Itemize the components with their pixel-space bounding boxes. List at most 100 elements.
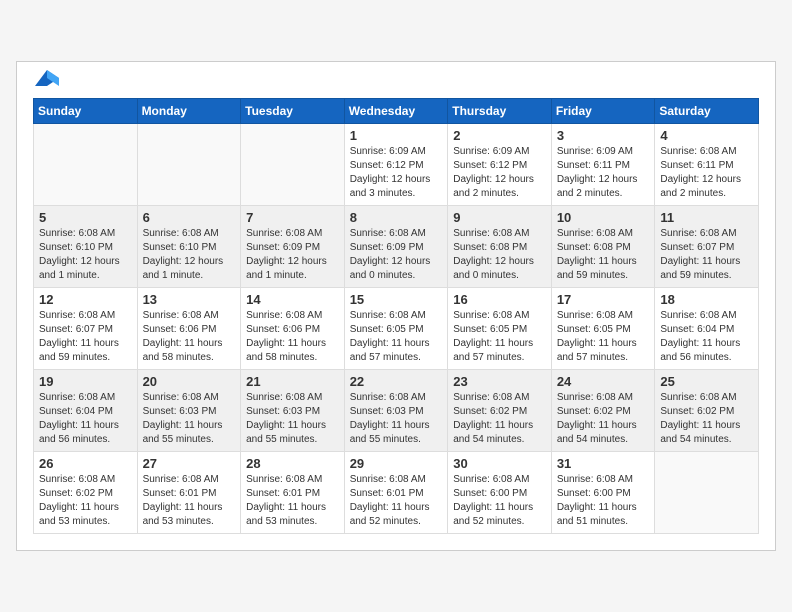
day-number: 26 xyxy=(39,456,132,471)
day-info: Sunrise: 6:08 AM Sunset: 6:11 PM Dayligh… xyxy=(660,145,753,201)
calendar-cell: 24 Sunrise: 6:08 AM Sunset: 6:02 PM Dayli… xyxy=(551,370,655,452)
day-header-thursday: Thursday xyxy=(448,99,552,124)
day-header-sunday: Sunday xyxy=(34,99,138,124)
day-number: 4 xyxy=(660,128,753,143)
calendar-cell: 4 Sunrise: 6:08 AM Sunset: 6:11 PM Daylig… xyxy=(655,124,759,206)
calendar-cell xyxy=(137,124,241,206)
day-info: Sunrise: 6:08 AM Sunset: 6:03 PM Dayligh… xyxy=(143,391,236,447)
day-info: Sunrise: 6:08 AM Sunset: 6:10 PM Dayligh… xyxy=(39,227,132,283)
calendar-cell xyxy=(655,452,759,534)
day-info: Sunrise: 6:08 AM Sunset: 6:01 PM Dayligh… xyxy=(350,473,443,529)
calendar-cell: 19 Sunrise: 6:08 AM Sunset: 6:04 PM Dayli… xyxy=(34,370,138,452)
day-number: 8 xyxy=(350,210,443,225)
calendar-cell: 20 Sunrise: 6:08 AM Sunset: 6:03 PM Dayli… xyxy=(137,370,241,452)
day-number: 31 xyxy=(557,456,650,471)
calendar-table: SundayMondayTuesdayWednesdayThursdayFrid… xyxy=(33,98,759,534)
day-number: 29 xyxy=(350,456,443,471)
calendar-cell xyxy=(34,124,138,206)
day-info: Sunrise: 6:08 AM Sunset: 6:08 PM Dayligh… xyxy=(453,227,546,283)
calendar-cell: 9 Sunrise: 6:08 AM Sunset: 6:08 PM Daylig… xyxy=(448,206,552,288)
day-number: 12 xyxy=(39,292,132,307)
day-number: 1 xyxy=(350,128,443,143)
day-info: Sunrise: 6:08 AM Sunset: 6:01 PM Dayligh… xyxy=(246,473,339,529)
day-number: 15 xyxy=(350,292,443,307)
calendar-cell xyxy=(241,124,345,206)
day-number: 2 xyxy=(453,128,546,143)
day-info: Sunrise: 6:08 AM Sunset: 6:04 PM Dayligh… xyxy=(39,391,132,447)
calendar-cell: 13Sunrise: 6:08 AM Sunset: 6:06 PM Dayli… xyxy=(137,288,241,370)
week-row-3: 12 Sunrise: 6:08 AM Sunset: 6:07 PM Dayli… xyxy=(34,288,759,370)
day-info: Sunrise: 6:08 AM Sunset: 6:04 PM Dayligh… xyxy=(660,309,753,365)
day-number: 28 xyxy=(246,456,339,471)
calendar-cell: 7 Sunrise: 6:08 AM Sunset: 6:09 PM Daylig… xyxy=(241,206,345,288)
day-number: 14 xyxy=(246,292,339,307)
calendar-cell: 17 Sunrise: 6:08 AM Sunset: 6:05 PM Dayli… xyxy=(551,288,655,370)
day-info: Sunrise: 6:08 AM Sunset: 6:07 PM Dayligh… xyxy=(39,309,132,365)
day-header-wednesday: Wednesday xyxy=(344,99,448,124)
day-info: Sunrise: 6:08 AM Sunset: 6:09 PM Dayligh… xyxy=(246,227,339,283)
day-info: Sunrise: 6:08 AM Sunset: 6:05 PM Dayligh… xyxy=(350,309,443,365)
calendar-cell: 21Sunrise: 6:08 AM Sunset: 6:03 PM Dayli… xyxy=(241,370,345,452)
day-number: 13 xyxy=(143,292,236,307)
week-row-5: 26Sunrise: 6:08 AM Sunset: 6:02 PM Dayli… xyxy=(34,452,759,534)
calendar-cell: 23 Sunrise: 6:08 AM Sunset: 6:02 PM Dayli… xyxy=(448,370,552,452)
calendar-cell: 8 Sunrise: 6:08 AM Sunset: 6:09 PM Daylig… xyxy=(344,206,448,288)
day-number: 25 xyxy=(660,374,753,389)
day-number: 24 xyxy=(557,374,650,389)
calendar-cell: 22Sunrise: 6:08 AM Sunset: 6:03 PM Dayli… xyxy=(344,370,448,452)
day-info: Sunrise: 6:08 AM Sunset: 6:05 PM Dayligh… xyxy=(557,309,650,365)
day-info: Sunrise: 6:08 AM Sunset: 6:08 PM Dayligh… xyxy=(557,227,650,283)
calendar-cell: 16 Sunrise: 6:08 AM Sunset: 6:05 PM Dayli… xyxy=(448,288,552,370)
calendar-cell: 3 Sunrise: 6:09 AM Sunset: 6:11 PM Daylig… xyxy=(551,124,655,206)
week-row-2: 5 Sunrise: 6:08 AM Sunset: 6:10 PM Daylig… xyxy=(34,206,759,288)
calendar-cell: 31 Sunrise: 6:08 AM Sunset: 6:00 PM Dayli… xyxy=(551,452,655,534)
day-number: 11 xyxy=(660,210,753,225)
logo xyxy=(33,78,59,86)
day-info: Sunrise: 6:08 AM Sunset: 6:03 PM Dayligh… xyxy=(246,391,339,447)
day-number: 9 xyxy=(453,210,546,225)
day-info: Sunrise: 6:09 AM Sunset: 6:11 PM Dayligh… xyxy=(557,145,650,201)
day-info: Sunrise: 6:09 AM Sunset: 6:12 PM Dayligh… xyxy=(453,145,546,201)
calendar-cell: 14 Sunrise: 6:08 AM Sunset: 6:06 PM Dayli… xyxy=(241,288,345,370)
calendar-cell: 26Sunrise: 6:08 AM Sunset: 6:02 PM Dayli… xyxy=(34,452,138,534)
day-info: Sunrise: 6:08 AM Sunset: 6:00 PM Dayligh… xyxy=(453,473,546,529)
day-info: Sunrise: 6:08 AM Sunset: 6:06 PM Dayligh… xyxy=(246,309,339,365)
day-number: 6 xyxy=(143,210,236,225)
day-header-friday: Friday xyxy=(551,99,655,124)
calendar-cell: 5 Sunrise: 6:08 AM Sunset: 6:10 PM Daylig… xyxy=(34,206,138,288)
day-header-saturday: Saturday xyxy=(655,99,759,124)
day-number: 5 xyxy=(39,210,132,225)
calendar-cell: 25Sunrise: 6:08 AM Sunset: 6:02 PM Dayli… xyxy=(655,370,759,452)
calendar-cell: 27Sunrise: 6:08 AM Sunset: 6:01 PM Dayli… xyxy=(137,452,241,534)
calendar-container: SundayMondayTuesdayWednesdayThursdayFrid… xyxy=(16,61,776,551)
calendar-cell: 28 Sunrise: 6:08 AM Sunset: 6:01 PM Dayli… xyxy=(241,452,345,534)
day-number: 16 xyxy=(453,292,546,307)
logo-icon xyxy=(35,70,59,86)
calendar-cell: 6 Sunrise: 6:08 AM Sunset: 6:10 PM Daylig… xyxy=(137,206,241,288)
day-number: 19 xyxy=(39,374,132,389)
day-info: Sunrise: 6:08 AM Sunset: 6:03 PM Dayligh… xyxy=(350,391,443,447)
calendar-cell: 11Sunrise: 6:08 AM Sunset: 6:07 PM Dayli… xyxy=(655,206,759,288)
calendar-cell: 10 Sunrise: 6:08 AM Sunset: 6:08 PM Dayli… xyxy=(551,206,655,288)
day-info: Sunrise: 6:08 AM Sunset: 6:05 PM Dayligh… xyxy=(453,309,546,365)
calendar-cell: 18 Sunrise: 6:08 AM Sunset: 6:04 PM Dayli… xyxy=(655,288,759,370)
day-info: Sunrise: 6:08 AM Sunset: 6:10 PM Dayligh… xyxy=(143,227,236,283)
day-number: 10 xyxy=(557,210,650,225)
calendar-cell: 15 Sunrise: 6:08 AM Sunset: 6:05 PM Dayli… xyxy=(344,288,448,370)
calendar-cell: 30Sunrise: 6:08 AM Sunset: 6:00 PM Dayli… xyxy=(448,452,552,534)
day-info: Sunrise: 6:09 AM Sunset: 6:12 PM Dayligh… xyxy=(350,145,443,201)
day-header-monday: Monday xyxy=(137,99,241,124)
day-number: 18 xyxy=(660,292,753,307)
day-header-tuesday: Tuesday xyxy=(241,99,345,124)
day-number: 7 xyxy=(246,210,339,225)
day-number: 20 xyxy=(143,374,236,389)
day-info: Sunrise: 6:08 AM Sunset: 6:00 PM Dayligh… xyxy=(557,473,650,529)
day-info: Sunrise: 6:08 AM Sunset: 6:01 PM Dayligh… xyxy=(143,473,236,529)
day-number: 17 xyxy=(557,292,650,307)
day-number: 23 xyxy=(453,374,546,389)
day-info: Sunrise: 6:08 AM Sunset: 6:09 PM Dayligh… xyxy=(350,227,443,283)
day-info: Sunrise: 6:08 AM Sunset: 6:02 PM Dayligh… xyxy=(557,391,650,447)
day-info: Sunrise: 6:08 AM Sunset: 6:02 PM Dayligh… xyxy=(453,391,546,447)
week-row-1: 1 Sunrise: 6:09 AM Sunset: 6:12 PM Daylig… xyxy=(34,124,759,206)
day-number: 3 xyxy=(557,128,650,143)
